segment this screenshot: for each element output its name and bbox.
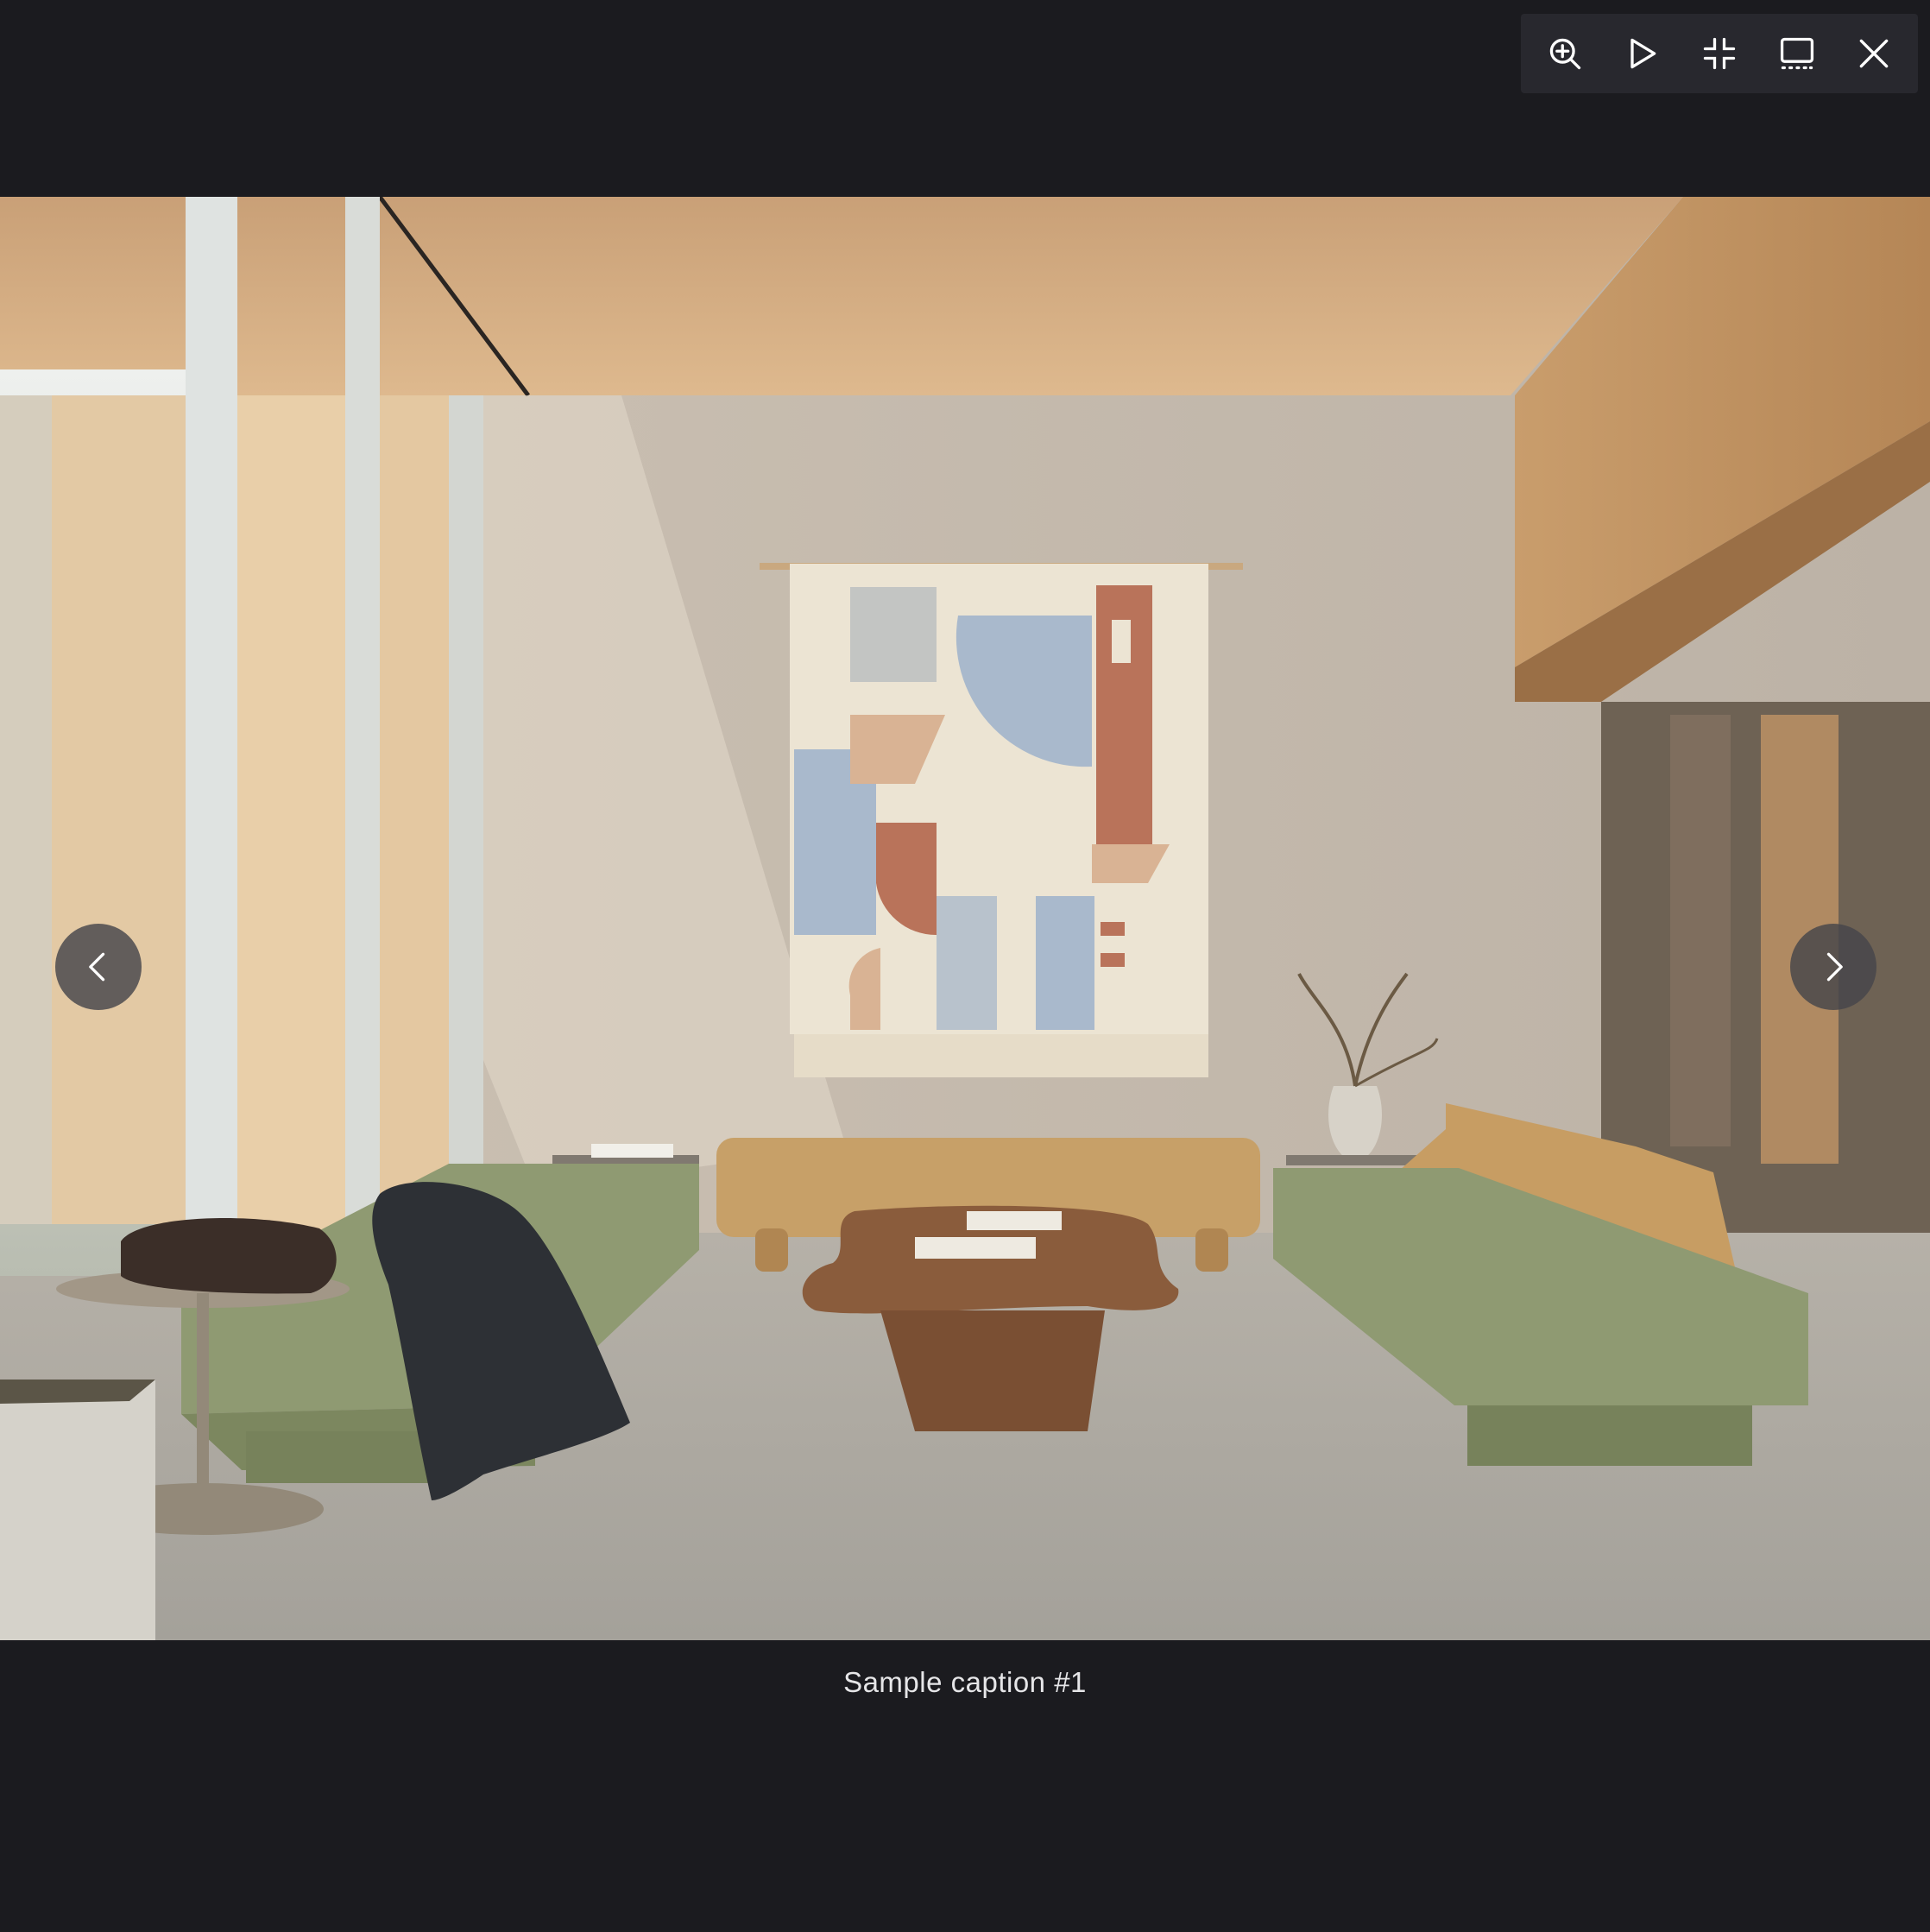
exit-fullscreen-icon (1703, 37, 1736, 70)
previous-slide-button[interactable] (55, 924, 142, 1010)
close-icon (1859, 39, 1889, 68)
thumbnails-icon (1780, 37, 1813, 70)
slide-image[interactable] (0, 197, 1930, 1640)
zoom-in-button[interactable] (1532, 21, 1598, 86)
slideshow-play-button[interactable] (1609, 21, 1675, 86)
next-slide-button[interactable] (1790, 924, 1876, 1010)
chevron-left-icon (89, 952, 105, 982)
play-icon (1630, 38, 1656, 69)
interior-photo (0, 197, 1930, 1640)
exit-fullscreen-button[interactable] (1687, 21, 1752, 86)
thumbnails-button[interactable] (1764, 21, 1830, 86)
zoom-in-icon (1549, 38, 1580, 70)
slide-caption: Sample caption #1 (843, 1666, 1087, 1698)
lightbox-viewer: Sample caption #1 (0, 0, 1930, 1932)
lightbox-toolbar (1521, 14, 1918, 93)
chevron-right-icon (1826, 952, 1843, 982)
close-button[interactable] (1841, 21, 1907, 86)
